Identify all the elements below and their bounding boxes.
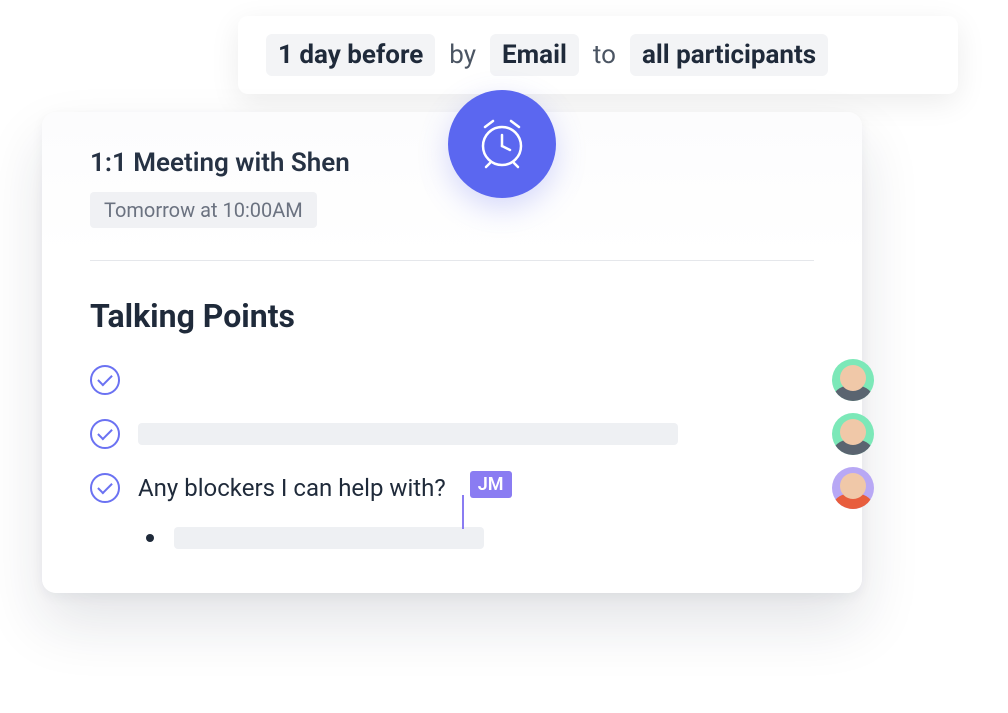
meeting-card: 1:1 Meeting with Shen Tomorrow at 10:00A… xyxy=(42,112,862,593)
reminder-to-text: to xyxy=(593,40,616,70)
placeholder-text xyxy=(138,423,678,445)
reminder-recipients-chip[interactable]: all participants xyxy=(630,34,828,76)
reminder-sentence: 1 day before by Email to all participant… xyxy=(238,16,958,94)
alarm-clock-icon xyxy=(448,90,556,198)
talking-point-text: Any blockers I can help with? xyxy=(138,474,446,502)
cursor-indicator xyxy=(462,495,464,529)
check-circle-icon[interactable] xyxy=(90,473,120,503)
placeholder-text xyxy=(174,527,484,549)
avatar[interactable] xyxy=(832,467,874,509)
meeting-time-badge: Tomorrow at 10:00AM xyxy=(90,192,317,228)
bullet-icon xyxy=(146,534,154,542)
talking-point-item[interactable] xyxy=(90,419,814,449)
talking-point-item[interactable] xyxy=(90,365,814,395)
user-cursor-tag: JM xyxy=(470,471,512,498)
avatar[interactable] xyxy=(832,359,874,401)
reminder-method-chip[interactable]: Email xyxy=(490,34,579,76)
avatar[interactable] xyxy=(832,413,874,455)
reminder-time-chip[interactable]: 1 day before xyxy=(266,34,435,76)
talking-points-list: Any blockers I can help with? JM xyxy=(90,365,814,503)
section-title: Talking Points xyxy=(90,297,814,335)
reminder-by-text: by xyxy=(449,40,476,70)
divider xyxy=(90,260,814,261)
sub-bullet-item[interactable] xyxy=(146,527,814,549)
check-circle-icon[interactable] xyxy=(90,365,120,395)
talking-point-item[interactable]: Any blockers I can help with? JM xyxy=(90,473,814,503)
check-circle-icon[interactable] xyxy=(90,419,120,449)
